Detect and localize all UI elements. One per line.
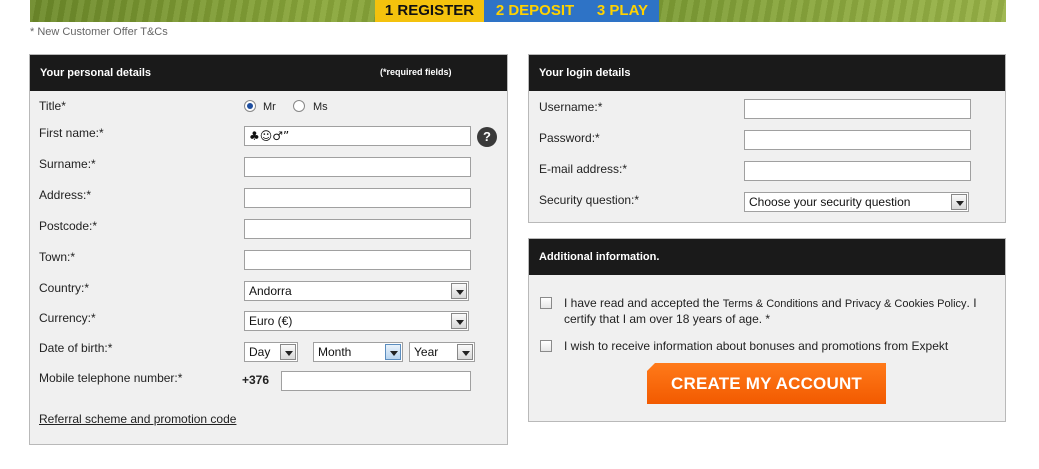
town-input[interactable] bbox=[244, 250, 471, 270]
additional-info-title: Additional information. bbox=[539, 251, 660, 263]
chevron-down-icon[interactable] bbox=[951, 194, 967, 210]
country-value: Andorra bbox=[249, 284, 292, 298]
currency-label: Currency:* bbox=[39, 311, 96, 325]
country-select[interactable]: Andorra bbox=[244, 281, 469, 301]
create-account-button[interactable]: CREATE MY ACCOUNT bbox=[647, 363, 886, 404]
currency-select[interactable]: Euro (€) bbox=[244, 311, 469, 331]
dob-month-select[interactable]: Month bbox=[313, 342, 403, 362]
chevron-down-icon[interactable] bbox=[280, 344, 296, 360]
dob-year-value: Year bbox=[414, 345, 439, 359]
username-label: Username:* bbox=[539, 100, 603, 114]
postcode-input[interactable] bbox=[244, 219, 471, 239]
terms-checkbox[interactable] bbox=[540, 297, 552, 309]
step-register: 1 REGISTER bbox=[375, 0, 484, 22]
step-deposit: 2 DEPOSIT bbox=[484, 0, 586, 22]
title-mr-radio[interactable] bbox=[244, 100, 256, 112]
referral-link[interactable]: Referral scheme and promotion code bbox=[39, 412, 236, 426]
postcode-label: Postcode:* bbox=[39, 219, 98, 233]
login-details-header: Your login details bbox=[529, 55, 1005, 91]
first-name-input[interactable]: ♣☺♂” bbox=[244, 126, 471, 146]
mobile-label: Mobile telephone number:* bbox=[39, 371, 183, 385]
question-mark-icon[interactable]: ? bbox=[477, 127, 497, 147]
login-details-title: Your login details bbox=[539, 67, 631, 79]
first-name-label: First name:* bbox=[39, 126, 104, 140]
offer-terms-link[interactable]: * New Customer Offer T&Cs bbox=[30, 26, 168, 38]
chevron-down-icon[interactable] bbox=[385, 344, 401, 360]
promotions-text: I wish to receive information about bonu… bbox=[564, 339, 949, 353]
title-ms-radio[interactable] bbox=[293, 100, 305, 112]
dob-day-value: Day bbox=[249, 345, 271, 359]
chevron-down-icon[interactable] bbox=[451, 283, 467, 299]
terms-text-and: and bbox=[818, 296, 845, 310]
personal-details-header: Your personal details (*required fields) bbox=[30, 55, 507, 91]
terms-text-pre: I have read and accepted the bbox=[564, 296, 723, 310]
country-label: Country:* bbox=[39, 281, 90, 295]
dob-year-select[interactable]: Year bbox=[409, 342, 475, 362]
mobile-prefix: +376 bbox=[242, 373, 270, 387]
email-input[interactable] bbox=[744, 161, 971, 181]
security-question-select[interactable]: Choose your security question bbox=[744, 192, 969, 212]
surname-label: Surname:* bbox=[39, 157, 96, 171]
address-input[interactable] bbox=[244, 188, 471, 208]
dob-month-value: Month bbox=[318, 345, 352, 359]
town-label: Town:* bbox=[39, 250, 76, 264]
title-label: Title* bbox=[39, 99, 66, 113]
password-label: Password:* bbox=[539, 131, 600, 145]
terms-text: I have read and accepted the Terms & Con… bbox=[564, 296, 984, 327]
dob-label: Date of birth:* bbox=[39, 341, 113, 355]
mobile-input[interactable] bbox=[281, 371, 471, 391]
required-fields-note: (*required fields) bbox=[380, 67, 452, 77]
step-play: 3 PLAY bbox=[586, 0, 659, 22]
surname-input[interactable] bbox=[244, 157, 471, 177]
dob-day-select[interactable]: Day bbox=[244, 342, 298, 362]
additional-info-header: Additional information. bbox=[529, 239, 1005, 275]
currency-value: Euro (€) bbox=[249, 314, 293, 328]
address-label: Address:* bbox=[39, 188, 92, 202]
username-input[interactable] bbox=[744, 99, 971, 119]
terms-conditions-link[interactable]: Terms & Conditions bbox=[723, 298, 818, 310]
password-input[interactable] bbox=[744, 130, 971, 150]
chevron-down-icon[interactable] bbox=[451, 313, 467, 329]
title-ms-label: Ms bbox=[313, 101, 328, 113]
security-question-label: Security question:* bbox=[539, 193, 640, 207]
security-question-value: Choose your security question bbox=[749, 195, 911, 209]
privacy-policy-link[interactable]: Privacy & Cookies Policy bbox=[845, 298, 967, 310]
chevron-down-icon[interactable] bbox=[457, 344, 473, 360]
personal-details-title: Your personal details bbox=[40, 67, 152, 79]
promotions-checkbox[interactable] bbox=[540, 340, 552, 352]
title-mr-label: Mr bbox=[263, 101, 276, 113]
email-label: E-mail address:* bbox=[539, 162, 628, 176]
